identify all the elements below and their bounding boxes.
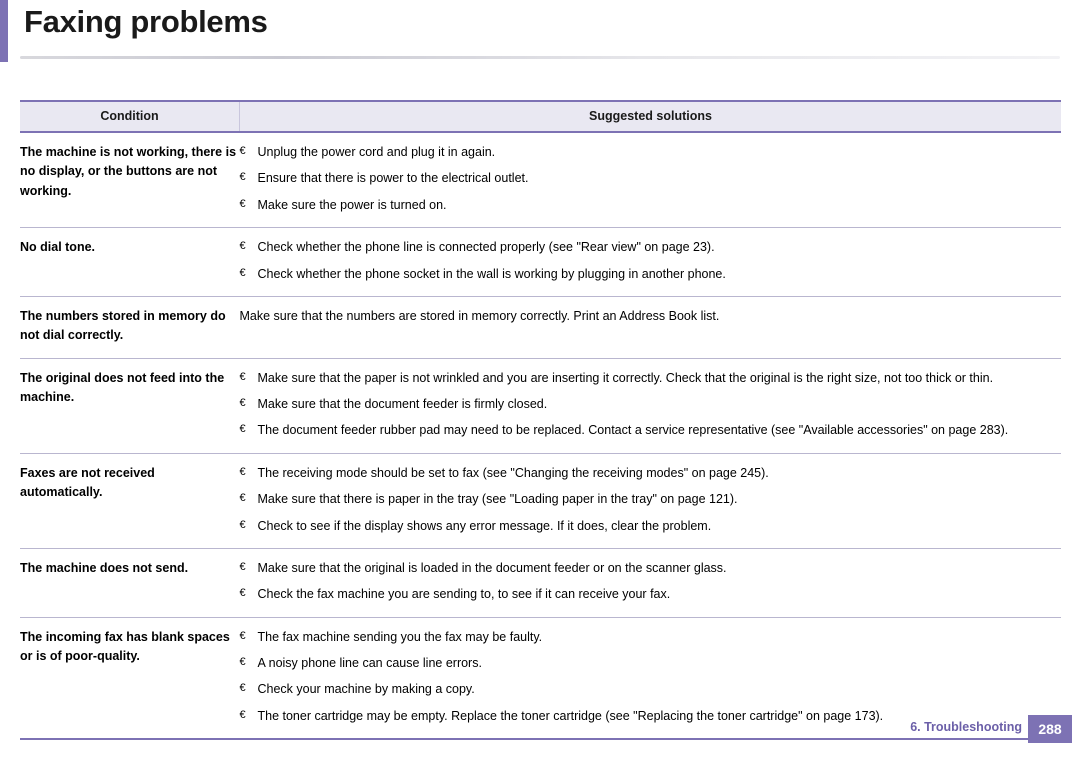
bullet-icon: € xyxy=(239,240,246,253)
solution-text: Check the fax machine you are sending to… xyxy=(257,587,671,602)
list-item: € Make sure that the document feeder is f… xyxy=(240,395,1062,414)
list-item: € Unplug the power cord and plug it in ag… xyxy=(240,143,1062,162)
footer-page-number: 288 xyxy=(1028,715,1072,743)
list-item: € Ensure that there is power to the elect… xyxy=(240,169,1062,188)
table-row: The original does not feed into the mach… xyxy=(20,358,1062,454)
solution-text: The receiving mode should be set to fax … xyxy=(257,465,769,480)
list-item: € Make sure that the original is loaded i… xyxy=(240,559,1062,578)
solutions-cell: € Check whether the phone line is connect… xyxy=(239,227,1062,297)
column-header-solutions: Suggested solutions xyxy=(239,100,1061,133)
solution-text: Unplug the power cord and plug it in aga… xyxy=(257,145,496,159)
solution-text: The document feeder rubber pad may need … xyxy=(257,423,1009,438)
solution-text: Make sure that there is paper in the tra… xyxy=(257,492,738,507)
column-header-condition: Condition xyxy=(20,100,240,133)
title-accent-bar xyxy=(0,0,8,62)
page-title: Faxing problems xyxy=(24,4,268,39)
solution-text: Make sure that the numbers are stored in… xyxy=(239,308,720,323)
bullet-icon: € xyxy=(239,682,246,695)
bullet-icon: € xyxy=(239,656,246,668)
table-row: The machine is not working, there is no … xyxy=(20,132,1062,229)
solution-text: Ensure that there is power to the electr… xyxy=(257,171,529,186)
page-footer: 6. Troubleshooting 288 xyxy=(0,715,1080,745)
condition-cell: Faxes are not received automatically. xyxy=(20,453,240,549)
solution-list: € Unplug the power cord and plug it in ag… xyxy=(240,143,1062,215)
solution-text: Check whether the phone line is connecte… xyxy=(257,240,715,255)
solutions-cell: € Make sure that the original is loaded i… xyxy=(239,548,1062,618)
table-row: The machine does not send. € Make sure th… xyxy=(20,548,1062,618)
bullet-icon: € xyxy=(239,587,246,600)
header-divider xyxy=(20,56,1060,59)
solution-list: € Make sure that the paper is not wrinkle… xyxy=(240,369,1062,441)
solutions-cell: € Unplug the power cord and plug it in ag… xyxy=(239,132,1062,229)
solution-text: Make sure that the original is loaded in… xyxy=(257,560,727,575)
footer-section-label: 6. Troubleshooting xyxy=(910,720,1022,734)
condition-cell: The machine is not working, there is no … xyxy=(20,132,240,229)
bullet-icon: € xyxy=(239,518,246,531)
solution-text: Make sure that the document feeder is fi… xyxy=(257,397,548,411)
table-body: The machine is not working, there is no … xyxy=(20,132,1062,741)
bullet-icon: € xyxy=(239,560,246,573)
solution-text: Check your machine by making a copy. xyxy=(257,682,475,697)
solution-list: € The receiving mode should be set to fax… xyxy=(240,464,1062,536)
list-item: € The fax machine sending you the fax may… xyxy=(240,628,1062,647)
page-header: Faxing problems xyxy=(0,0,1080,70)
table-row: No dial tone. € Check whether the phone l… xyxy=(20,227,1062,297)
list-item: Make sure that the numbers are stored in… xyxy=(240,307,1062,326)
bullet-icon: € xyxy=(239,423,246,436)
bullet-icon: € xyxy=(239,370,246,383)
bullet-icon: € xyxy=(239,266,246,279)
solution-list: € The fax machine sending you the fax may… xyxy=(240,628,1062,727)
solution-list: € Check whether the phone line is connect… xyxy=(240,238,1062,284)
troubleshooting-table: Condition Suggested solutions The machin… xyxy=(20,100,1062,741)
list-item: € Check to see if the display shows any e… xyxy=(240,517,1062,536)
troubleshooting-table-wrapper: Condition Suggested solutions The machin… xyxy=(20,100,1062,741)
bullet-icon: € xyxy=(239,171,246,184)
bullet-icon: € xyxy=(239,145,246,157)
condition-cell: The numbers stored in memory do not dial… xyxy=(20,296,240,359)
solution-text: A noisy phone line can cause line errors… xyxy=(257,656,482,670)
solution-list: € Make sure that the original is loaded i… xyxy=(240,559,1062,605)
solution-text: Check whether the phone socket in the wa… xyxy=(257,266,726,281)
solutions-cell: Make sure that the numbers are stored in… xyxy=(239,296,1062,359)
solution-text: The fax machine sending you the fax may … xyxy=(257,629,543,644)
list-item: € Check your machine by making a copy. xyxy=(240,680,1062,699)
bullet-icon: € xyxy=(239,197,246,210)
table-header-row: Condition Suggested solutions xyxy=(20,100,1061,133)
solutions-cell: € The receiving mode should be set to fax… xyxy=(239,453,1062,549)
list-item: € Check the fax machine you are sending t… xyxy=(240,585,1062,604)
solutions-cell: € Make sure that the paper is not wrinkle… xyxy=(239,358,1062,454)
table-head: Condition Suggested solutions xyxy=(20,100,1061,133)
condition-cell: The machine does not send. xyxy=(20,548,240,618)
bullet-icon: € xyxy=(239,492,246,505)
table-row: Faxes are not received automatically. € T… xyxy=(20,453,1062,549)
solution-text: Make sure the power is turned on. xyxy=(257,197,447,212)
list-item: € Make sure that there is paper in the tr… xyxy=(240,490,1062,509)
list-item: € Make sure that the paper is not wrinkle… xyxy=(240,369,1062,388)
solution-text: Make sure that the paper is not wrinkled… xyxy=(257,370,994,385)
bullet-icon: € xyxy=(239,629,246,642)
bullet-icon: € xyxy=(239,465,246,478)
list-item: € Check whether the phone socket in the w… xyxy=(240,265,1062,284)
condition-cell: The original does not feed into the mach… xyxy=(20,358,240,454)
list-item: € The document feeder rubber pad may need… xyxy=(240,421,1062,440)
solution-list: Make sure that the numbers are stored in… xyxy=(240,307,1062,326)
condition-cell: No dial tone. xyxy=(20,227,240,297)
list-item: € The receiving mode should be set to fax… xyxy=(240,464,1062,483)
list-item: € Check whether the phone line is connect… xyxy=(240,238,1062,257)
solution-text: Check to see if the display shows any er… xyxy=(257,518,712,533)
list-item: € A noisy phone line can cause line error… xyxy=(240,654,1062,673)
bullet-icon: € xyxy=(239,397,246,409)
list-item: € Make sure the power is turned on. xyxy=(240,196,1062,215)
table-row: The numbers stored in memory do not dial… xyxy=(20,296,1062,359)
